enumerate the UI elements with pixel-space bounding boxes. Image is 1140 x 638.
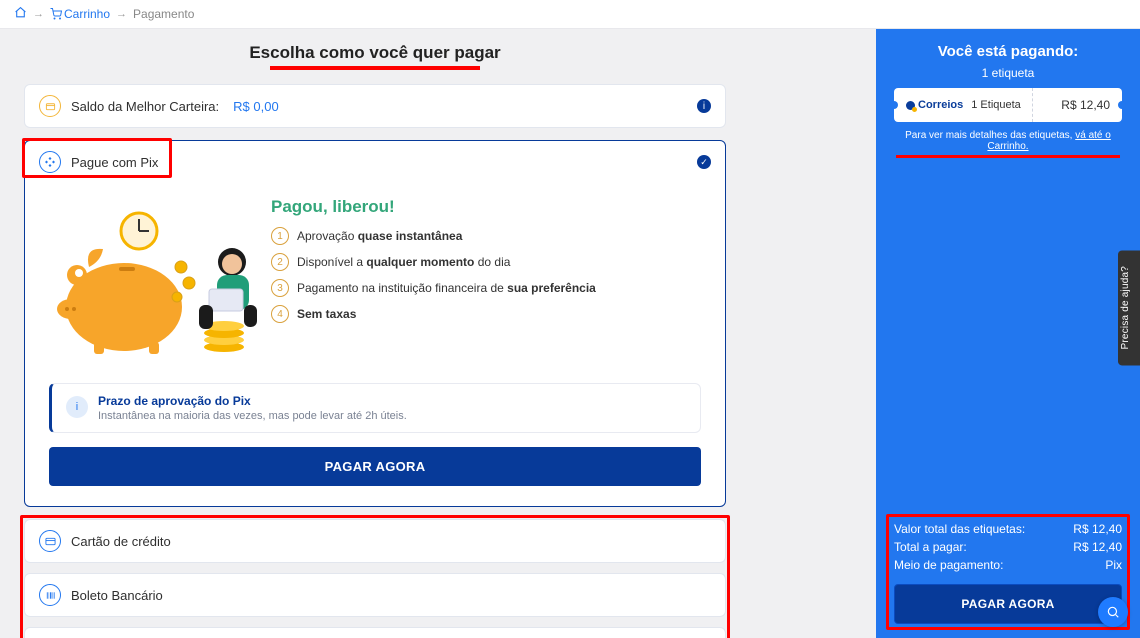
home-icon[interactable] [14,6,27,22]
pix-header-label: Pague com Pix [71,155,158,170]
breadcrumb: → Carrinho → Pagamento [0,0,1140,29]
other-payment-options: Cartão de crédito Boleto Bancário $ Inte… [24,519,726,638]
summary-row2-label: Total a pagar: [894,540,967,554]
details-underline-annotation [896,155,1120,158]
check-icon: ✓ [697,155,711,169]
intermediator-option[interactable]: $ Intermediadores de pagamento [24,627,726,638]
pix-benefit-list: 1Aprovação quase instantânea 2Disponível… [271,227,596,323]
breadcrumb-cart-label: Carrinho [64,7,110,21]
summary-box: Valor total das etiquetas: R$ 12,40 Total… [894,512,1122,624]
carrier-price: R$ 12,40 [1061,98,1110,112]
pix-title: Pagou, liberou! [271,197,596,217]
order-summary-sidebar: Você está pagando: 1 etiqueta Correios 1… [876,29,1140,638]
wallet-icon [39,95,61,117]
sidebar-count: 1 etiqueta [894,66,1122,80]
barcode-icon [39,584,61,606]
page-title: Escolha como você quer pagar [24,43,726,70]
wallet-value: R$ 0,00 [233,99,279,114]
pix-icon [39,151,61,173]
sidebar-title: Você está pagando: [894,43,1122,60]
info-icon: i [66,396,88,418]
carrier-ticket: Correios 1 Etiqueta R$ 12,40 [894,88,1122,122]
pix-illustration [49,197,249,357]
boleto-label: Boleto Bancário [71,588,163,603]
pix-benefits: Pagou, liberou! 1Aprovação quase instant… [271,197,596,331]
cart-link[interactable]: Carrinho [50,7,110,21]
info-icon[interactable]: i [697,99,711,113]
wallet-label: Saldo da Melhor Carteira: [71,99,219,114]
pix-notice-title: Prazo de aprovação do Pix [98,394,407,408]
pix-notice-sub: Instantânea na maioria das vezes, mas po… [98,410,407,422]
help-tab[interactable]: Precisa de ajuda? [1118,250,1140,365]
summary-row1-val: R$ 12,40 [1073,522,1122,536]
chat-button[interactable] [1098,597,1128,627]
credit-card-option[interactable]: Cartão de crédito [24,519,726,563]
pix-notice: i Prazo de aprovação do Pix Instantânea … [49,383,701,433]
page-title-text: Escolha como você quer pagar [249,43,500,62]
arrow-right-icon: → [116,8,127,20]
sidebar-pay-button[interactable]: PAGAR AGORA [894,584,1122,624]
pay-now-button[interactable]: PAGAR AGORA [49,447,701,486]
wallet-option[interactable]: Saldo da Melhor Carteira: R$ 0,00 i [24,84,726,128]
boleto-option[interactable]: Boleto Bancário [24,573,726,617]
summary-row3-label: Meio de pagamento: [894,558,1003,572]
credit-card-label: Cartão de crédito [71,534,171,549]
details-hint: Para ver mais detalhes das etiquetas, vá… [894,130,1122,152]
arrow-right-icon: → [33,8,44,20]
credit-card-icon [39,530,61,552]
correios-logo: Correios [906,99,963,111]
pix-option[interactable]: Pague com Pix ✓ [24,140,726,507]
main-column: Escolha como você quer pagar Saldo da Me… [0,29,876,638]
summary-row3-val: Pix [1105,558,1122,572]
summary-row2-val: R$ 12,40 [1073,540,1122,554]
title-underline-annotation [270,66,480,70]
summary-row1-label: Valor total das etiquetas: [894,522,1025,536]
carrier-qty: 1 Etiqueta [971,99,1021,111]
breadcrumb-current: Pagamento [133,7,194,21]
